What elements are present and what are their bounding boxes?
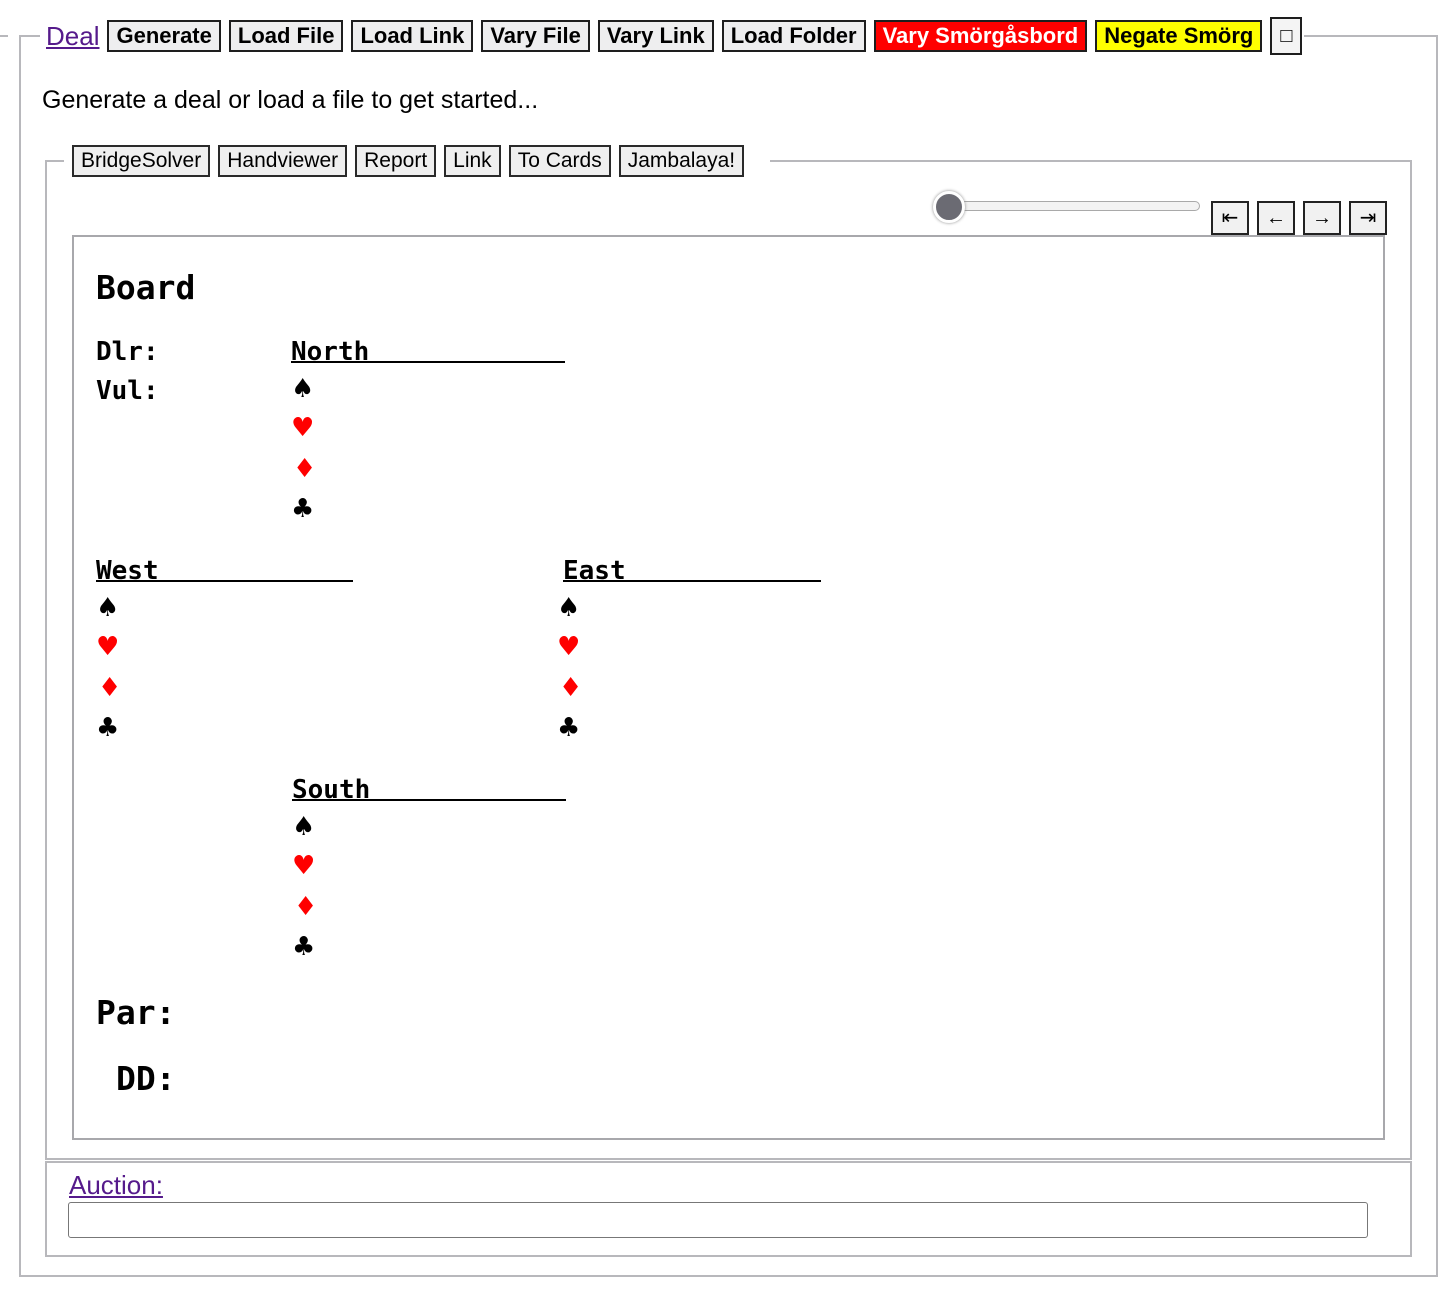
deal-link[interactable]: Deal bbox=[46, 21, 99, 52]
load-link-button[interactable]: Load Link bbox=[351, 20, 474, 52]
east-club-icon: ♣ bbox=[557, 713, 581, 743]
board-panel bbox=[72, 235, 1385, 1140]
auction-link[interactable]: Auction: bbox=[69, 1170, 163, 1201]
north-underline bbox=[291, 361, 565, 363]
to-cards-button[interactable]: To Cards bbox=[508, 145, 611, 177]
next-deal-button[interactable]: → bbox=[1303, 201, 1341, 235]
generate-button[interactable]: Generate bbox=[107, 20, 221, 52]
dealer-label: Dlr: bbox=[96, 337, 159, 367]
south-underline bbox=[292, 799, 566, 801]
west-underline bbox=[96, 580, 353, 582]
south-diamond-icon: ♦ bbox=[294, 892, 318, 922]
vary-smorgasbord-button[interactable]: Vary Smörgåsbord bbox=[873, 20, 1088, 52]
deal-toolbar: Deal Generate Load File Load Link Vary F… bbox=[46, 17, 1303, 55]
report-button[interactable]: Report bbox=[355, 145, 437, 177]
first-deal-button[interactable]: ⇤ bbox=[1211, 201, 1249, 235]
board-title: Board bbox=[96, 268, 196, 307]
auction-input[interactable] bbox=[68, 1202, 1368, 1238]
north-club-icon: ♣ bbox=[291, 494, 315, 524]
east-underline bbox=[563, 580, 821, 582]
load-folder-button[interactable]: Load Folder bbox=[721, 20, 866, 52]
east-diamond-icon: ♦ bbox=[559, 673, 583, 703]
last-deal-button[interactable]: ⇥ bbox=[1349, 201, 1387, 235]
west-heart-icon: ♥ bbox=[96, 632, 120, 662]
prev-deal-button[interactable]: ← bbox=[1257, 201, 1295, 235]
deal-slider-thumb[interactable] bbox=[933, 191, 965, 223]
north-spade-icon: ♠ bbox=[291, 374, 315, 404]
handviewer-button[interactable]: Handviewer bbox=[218, 145, 348, 177]
viewer-toolbar: BridgeSolver Handviewer Report Link To C… bbox=[72, 145, 745, 177]
par-label: Par: bbox=[96, 993, 176, 1032]
vary-file-button[interactable]: Vary File bbox=[481, 20, 590, 52]
east-heart-icon: ♥ bbox=[557, 632, 581, 662]
vulnerability-label: Vul: bbox=[96, 376, 159, 406]
north-heart-icon: ♥ bbox=[291, 413, 315, 443]
west-spade-icon: ♠ bbox=[96, 593, 120, 623]
deal-slider-track[interactable] bbox=[948, 201, 1200, 211]
frame-stub bbox=[0, 35, 8, 37]
south-heart-icon: ♥ bbox=[292, 851, 316, 881]
north-diamond-icon: ♦ bbox=[293, 454, 317, 484]
link-button[interactable]: Link bbox=[444, 145, 501, 177]
toggle-square-button[interactable]: □ bbox=[1270, 17, 1303, 55]
load-file-button[interactable]: Load File bbox=[228, 20, 344, 52]
jambalaya-button[interactable]: Jambalaya! bbox=[618, 145, 745, 177]
negate-smorg-button[interactable]: Negate Smörg bbox=[1095, 20, 1263, 52]
vary-link-button[interactable]: Vary Link bbox=[597, 20, 714, 52]
deal-navigation: ⇤ ← → ⇥ bbox=[1211, 201, 1387, 235]
bridgesolver-button[interactable]: BridgeSolver bbox=[72, 145, 211, 177]
south-spade-icon: ♠ bbox=[292, 812, 316, 842]
south-club-icon: ♣ bbox=[292, 932, 316, 962]
intro-text: Generate a deal or load a file to get st… bbox=[42, 86, 539, 114]
west-club-icon: ♣ bbox=[96, 713, 120, 743]
west-diamond-icon: ♦ bbox=[98, 673, 122, 703]
east-spade-icon: ♠ bbox=[557, 593, 581, 623]
double-dummy-label: DD: bbox=[116, 1059, 176, 1098]
